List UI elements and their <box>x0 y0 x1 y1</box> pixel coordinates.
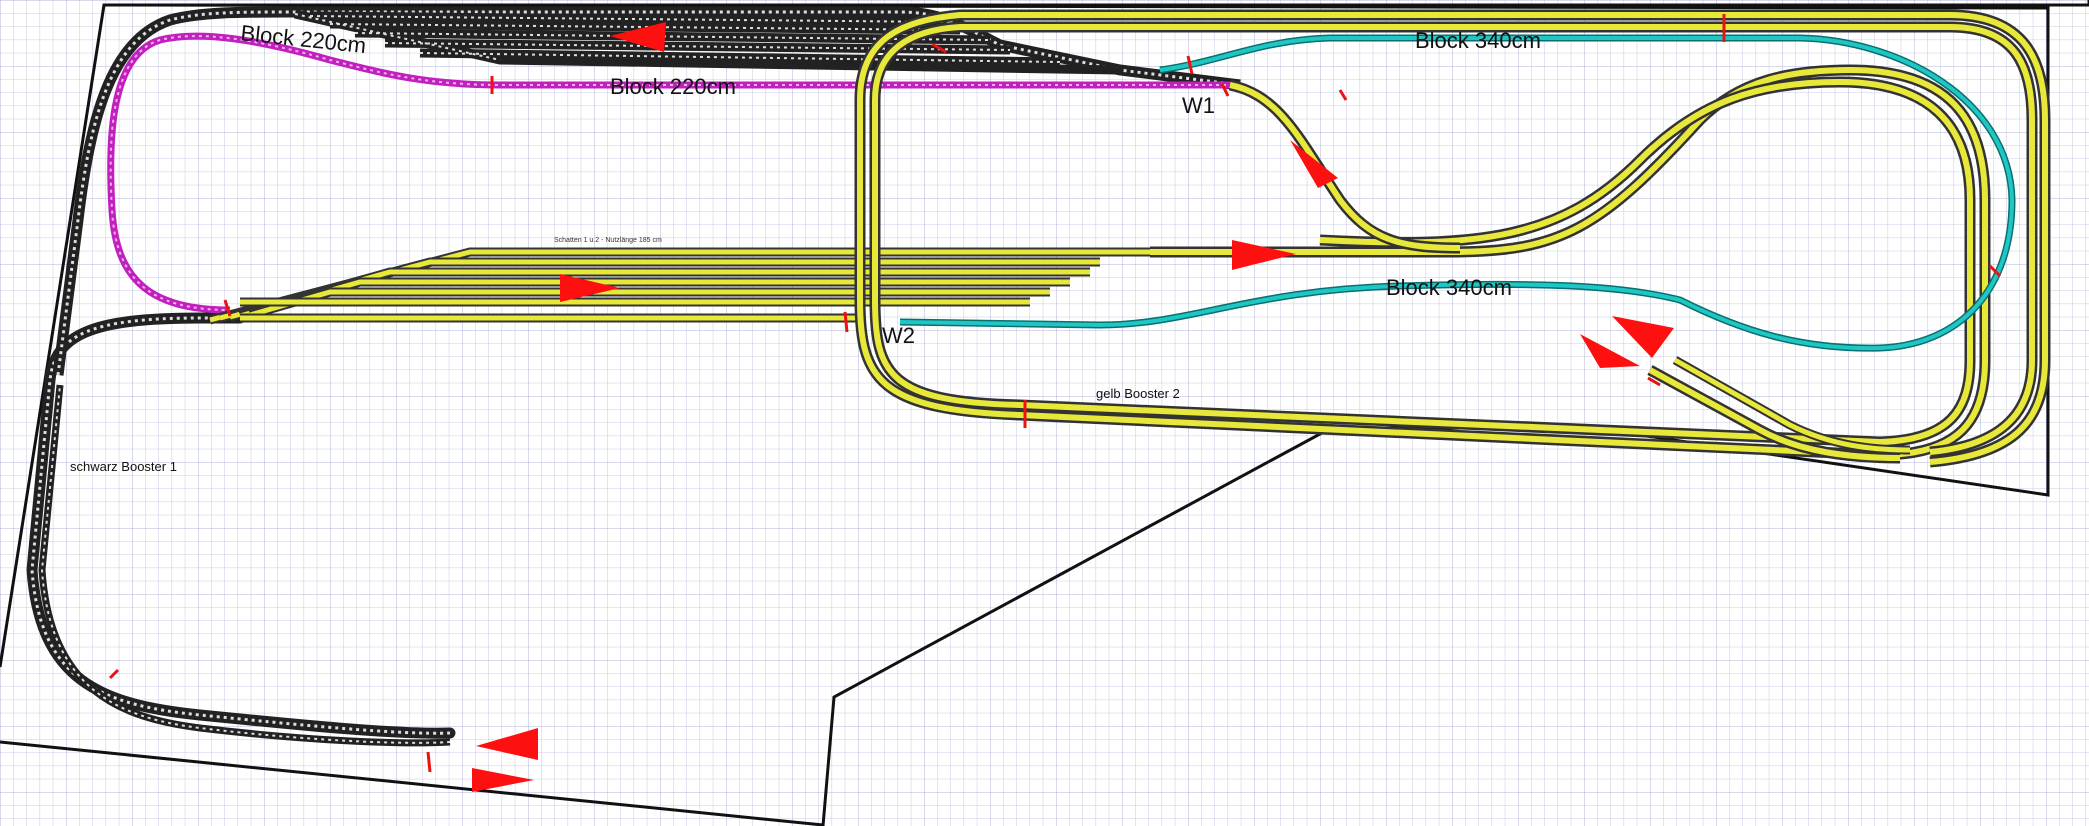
shadow-station-label: Schatten 1 u.2 - Nutzlänge 185 cm <box>554 237 662 244</box>
block-340-middle-label: Block 340cm <box>1386 275 1512 300</box>
booster-yellow-label: gelb Booster 2 <box>1096 386 1180 401</box>
switch-w2-label: W2 <box>882 323 915 348</box>
block-340-top-label: Block 340cm <box>1415 28 1541 53</box>
booster-black-label: schwarz Booster 1 <box>70 459 177 474</box>
block-220-center-label: Block 220cm <box>610 74 736 99</box>
signal-mark <box>843 311 849 333</box>
signal-mark <box>426 751 432 773</box>
switch-w1-label: W1 <box>1182 93 1215 118</box>
track-plan-diagram: Block 220cm Block 220cm Block 340cm Bloc… <box>0 0 2089 826</box>
